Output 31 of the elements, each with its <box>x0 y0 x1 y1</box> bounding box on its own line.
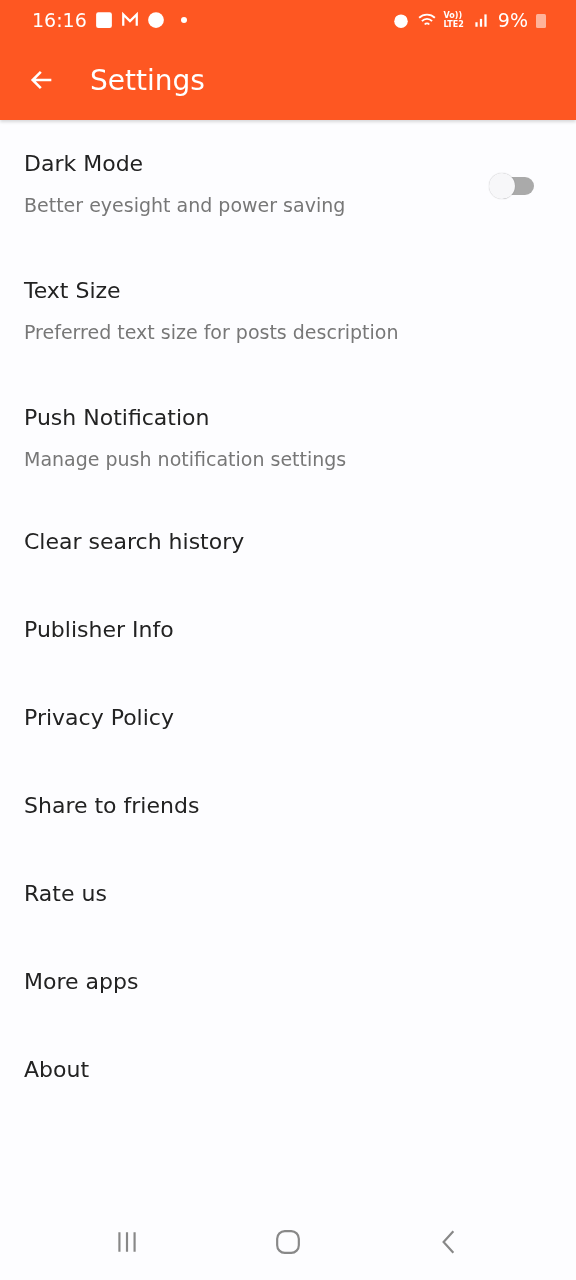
settings-item[interactable]: Rate us <box>0 849 576 937</box>
settings-item[interactable]: Publisher Info <box>0 585 576 673</box>
settings-item[interactable]: More apps <box>0 937 576 1025</box>
item-title: Clear search history <box>24 528 246 554</box>
page-title: Settings <box>90 63 205 97</box>
item-title: More apps <box>24 968 140 994</box>
item-title: Rate us <box>24 880 108 906</box>
item-title: Dark Mode <box>24 151 145 176</box>
home-icon[interactable] <box>275 1229 301 1255</box>
settings-item[interactable]: Privacy Policy <box>0 673 576 761</box>
settings-item[interactable]: Text Size Preferred text size for posts description <box>0 247 576 374</box>
battery-icon <box>536 12 546 28</box>
dot-icon <box>180 17 187 23</box>
item-subtitle: Preferred text size for posts description <box>24 321 400 343</box>
item-title: Share to friends <box>24 792 201 818</box>
mail-icon <box>120 11 139 29</box>
battery-percent: 9% <box>497 9 528 31</box>
network-label: LTE2 <box>443 20 464 29</box>
item-title: Publisher Info <box>24 616 175 642</box>
network-label: Vo)) <box>443 11 464 20</box>
item-title: Push Notification <box>24 405 211 430</box>
item-title: Text Size <box>24 278 122 303</box>
item-subtitle: Better eyesight and power saving <box>24 194 347 216</box>
item-title: Privacy Policy <box>24 704 175 730</box>
settings-item[interactable]: About <box>0 1025 576 1113</box>
settings-item[interactable]: Dark Mode Better eyesight and power saving <box>0 120 576 247</box>
item-subtitle: Manage push notification settings <box>24 448 348 470</box>
clock: 16:16 <box>32 9 87 31</box>
settings-item[interactable]: Share to friends <box>0 761 576 849</box>
toggle-switch[interactable] <box>488 171 536 200</box>
item-title: About <box>24 1056 91 1082</box>
